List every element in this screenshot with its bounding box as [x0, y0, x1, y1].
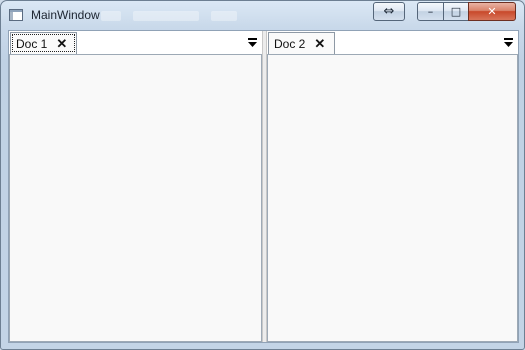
tab-menu-dropdown-icon[interactable] [504, 38, 513, 47]
tab-close-icon[interactable]: ✕ [56, 36, 67, 52]
double-arrow-icon: ⇔ [383, 4, 395, 19]
tab-doc-1[interactable]: Doc 1 ✕ [10, 32, 77, 54]
close-button[interactable]: ✕ [468, 2, 516, 21]
tab-strip: Doc 2 ✕ [267, 31, 518, 55]
maximize-button[interactable]: □ [443, 2, 469, 21]
tab-doc-2[interactable]: Doc 2 ✕ [268, 32, 335, 54]
close-icon: ✕ [487, 5, 497, 18]
window-app-icon[interactable] [9, 9, 23, 21]
tab-menu-dropdown-icon[interactable] [248, 38, 257, 47]
document-pane-left: Doc 1 ✕ [9, 31, 262, 342]
document-pane-right: Doc 2 ✕ [267, 31, 518, 342]
main-window: MainWindow ⇔ – □ ✕ Doc 1 ✕ Doc 2 ✕ [0, 0, 525, 350]
window-title: MainWindow [31, 8, 100, 22]
maximize-icon: □ [450, 5, 462, 18]
blurred-background-element [211, 11, 237, 21]
document-content-area[interactable] [267, 55, 518, 342]
tab-close-icon[interactable]: ✕ [314, 36, 325, 52]
tab-label: Doc 2 [274, 36, 306, 51]
document-content-area[interactable] [9, 55, 262, 342]
tab-strip: Doc 1 ✕ [9, 31, 262, 55]
tab-label: Doc 1 [16, 36, 48, 51]
blurred-background-element [133, 11, 199, 21]
minimize-button[interactable]: – [417, 2, 444, 21]
minimize-icon: – [427, 5, 434, 18]
blurred-background-element [101, 11, 121, 21]
client-area: Doc 1 ✕ Doc 2 ✕ [8, 30, 519, 343]
title-bar[interactable]: MainWindow ⇔ – □ ✕ [1, 1, 524, 29]
restore-down-button[interactable]: ⇔ [373, 2, 405, 21]
